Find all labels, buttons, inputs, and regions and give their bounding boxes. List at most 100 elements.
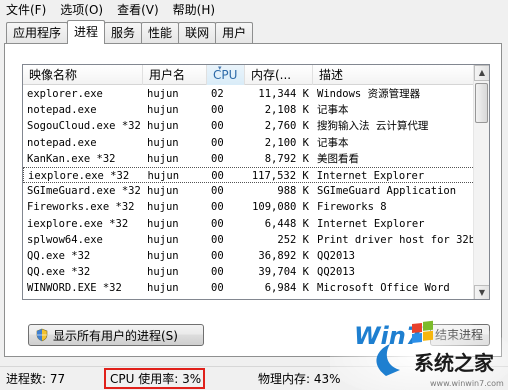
- cell-user: hujun: [147, 88, 179, 100]
- cell-cpu: 00: [211, 169, 224, 182]
- cell-memory: 11,344 K: [258, 88, 309, 100]
- column-cpu-label: CPU: [213, 68, 238, 82]
- cell-description: Internet Explorer: [316, 169, 425, 182]
- cell-user: hujun: [147, 136, 179, 149]
- column-memory[interactable]: 内存(...: [245, 65, 313, 85]
- table-row[interactable]: Fireworks.exe *32 hujun 00 109,080 K Fir…: [23, 199, 475, 215]
- table-row[interactable]: WINWORD.EXE *32 hujun 00 6,984 K Microso…: [23, 280, 475, 296]
- tab-services[interactable]: 服务: [104, 22, 143, 44]
- cell-user: hujun: [147, 185, 179, 198]
- status-process-count: 进程数: 77: [6, 372, 66, 386]
- table-row[interactable]: notepad.exe hujun 00 2,100 K 记事本: [23, 135, 475, 151]
- cell-image: SGImeGuard.exe *32: [27, 185, 141, 198]
- cell-user: hujun: [147, 152, 179, 165]
- cell-memory: 2,108 K: [264, 104, 309, 117]
- sort-arrow-icon: ▾: [218, 65, 222, 72]
- cell-user: hujun: [147, 169, 180, 182]
- table-row[interactable]: KanKan.exe *32 hujun 00 8,792 K 美图看看: [23, 151, 475, 167]
- cell-image: QQ.exe *32: [27, 266, 91, 279]
- cell-cpu: 00: [211, 249, 224, 262]
- cell-description: Fireworks 8: [317, 201, 387, 214]
- cell-image: notepad.exe: [27, 136, 97, 149]
- cell-image: SogouCloud.exe *32: [27, 120, 141, 133]
- tab-processes[interactable]: 进程: [67, 20, 106, 44]
- cell-user: hujun: [147, 249, 179, 262]
- cell-memory: 6,984 K: [264, 282, 309, 295]
- menu-help[interactable]: 帮助(H): [173, 1, 215, 18]
- menu-file[interactable]: 文件(F): [6, 1, 46, 18]
- table-row[interactable]: SGImeGuard.exe *32 hujun 00 988 K SGImeG…: [23, 183, 475, 199]
- cell-cpu: 00: [211, 136, 224, 149]
- column-user-name[interactable]: 用户名: [143, 65, 207, 85]
- cell-description: Microsoft Office Word: [317, 282, 450, 295]
- cell-memory: 39,704 K: [258, 266, 309, 279]
- cell-image: QQ.exe *32: [27, 249, 91, 262]
- status-physical-memory: 物理内存: 43%: [258, 372, 341, 386]
- cell-description: QQ2013: [317, 249, 355, 262]
- scroll-down-icon[interactable]: ▼: [474, 285, 489, 299]
- vertical-scrollbar[interactable]: ▲ ▼: [473, 65, 489, 299]
- table-row-selected[interactable]: iexplore.exe *32 hujun 00 117,532 K Inte…: [23, 166, 475, 184]
- tab-performance[interactable]: 性能: [141, 22, 180, 44]
- cell-image: explorer.exe: [27, 88, 103, 100]
- cell-memory: 117,532 K: [251, 169, 309, 182]
- cell-user: hujun: [147, 282, 179, 295]
- cell-memory: 8,792 K: [264, 152, 309, 165]
- cell-image: KanKan.exe *32: [27, 152, 116, 165]
- cell-description: 搜狗输入法 云计算代理: [317, 120, 429, 133]
- process-list[interactable]: 映像名称 用户名 ▾ CPU 内存(... 描述 explorer.exe hu…: [22, 64, 490, 300]
- cell-image: splwow64.exe: [27, 233, 103, 246]
- cell-image: Fireworks.exe *32: [27, 201, 135, 214]
- cell-memory: 36,892 K: [258, 249, 309, 262]
- cell-description: Windows 资源管理器: [317, 88, 421, 100]
- cell-description: QQ2013: [317, 266, 355, 279]
- table-row[interactable]: SogouCloud.exe *32 hujun 00 2,760 K 搜狗输入…: [23, 118, 475, 134]
- cell-memory: 109,080 K: [252, 201, 309, 214]
- table-row[interactable]: QQ.exe *32 hujun 00 39,704 K QQ2013: [23, 264, 475, 280]
- menu-bar: 文件(F) 选项(O) 查看(V) 帮助(H): [0, 0, 508, 18]
- tab-applications[interactable]: 应用程序: [6, 22, 69, 44]
- tab-strip: 应用程序 进程 服务 性能 联网 用户: [6, 20, 254, 44]
- column-image-name[interactable]: 映像名称: [23, 65, 143, 85]
- cell-cpu: 00: [211, 233, 224, 246]
- cell-memory: 2,760 K: [264, 120, 309, 133]
- cell-cpu: 00: [211, 282, 224, 295]
- column-cpu[interactable]: ▾ CPU: [207, 65, 245, 85]
- cell-cpu: 00: [211, 217, 224, 230]
- table-row[interactable]: splwow64.exe hujun 00 252 K Print driver…: [23, 232, 475, 248]
- cell-description: Internet Explorer: [317, 217, 425, 230]
- scroll-thumb[interactable]: [475, 83, 488, 123]
- cell-cpu: 00: [211, 120, 224, 133]
- cell-cpu: 02: [211, 88, 224, 100]
- cell-user: hujun: [147, 104, 179, 117]
- table-row[interactable]: notepad.exe hujun 00 2,108 K 记事本: [23, 102, 475, 118]
- scroll-up-icon[interactable]: ▲: [474, 65, 489, 81]
- cell-user: hujun: [147, 201, 179, 214]
- cell-image: WINWORD.EXE *32: [27, 282, 122, 295]
- end-process-button[interactable]: 结束进程: [430, 324, 490, 346]
- cell-cpu: 00: [211, 201, 224, 214]
- menu-view[interactable]: 查看(V): [117, 1, 159, 18]
- cpu-usage-highlight-box: [104, 368, 205, 389]
- menu-options[interactable]: 选项(O): [60, 1, 103, 18]
- status-bar: 进程数: 77 CPU 使用率: 3% 物理内存: 43%: [0, 366, 508, 390]
- show-all-processes-label: 显示所有用户的进程(S): [53, 328, 178, 343]
- tab-users[interactable]: 用户: [215, 22, 254, 44]
- table-row[interactable]: explorer.exe hujun 02 11,344 K Windows 资…: [23, 86, 475, 102]
- column-description[interactable]: 描述: [313, 65, 475, 85]
- table-row[interactable]: iexplore.exe *32 hujun 00 6,448 K Intern…: [23, 216, 475, 232]
- cell-cpu: 00: [211, 185, 224, 198]
- cell-memory: 6,448 K: [264, 217, 309, 230]
- cell-user: hujun: [147, 266, 179, 279]
- tab-networking[interactable]: 联网: [178, 22, 217, 44]
- uac-shield-icon: [36, 328, 48, 342]
- table-row[interactable]: QQ.exe *32 hujun 00 36,892 K QQ2013: [23, 248, 475, 264]
- list-header: 映像名称 用户名 ▾ CPU 内存(... 描述: [23, 65, 475, 85]
- cell-description: 记事本: [317, 104, 349, 117]
- cell-cpu: 00: [211, 152, 224, 165]
- cell-memory: 252 K: [277, 233, 309, 246]
- show-all-processes-button[interactable]: 显示所有用户的进程(S): [28, 324, 204, 346]
- cell-user: hujun: [147, 233, 179, 246]
- cell-user: hujun: [147, 217, 179, 230]
- cell-memory: 2,100 K: [264, 136, 309, 149]
